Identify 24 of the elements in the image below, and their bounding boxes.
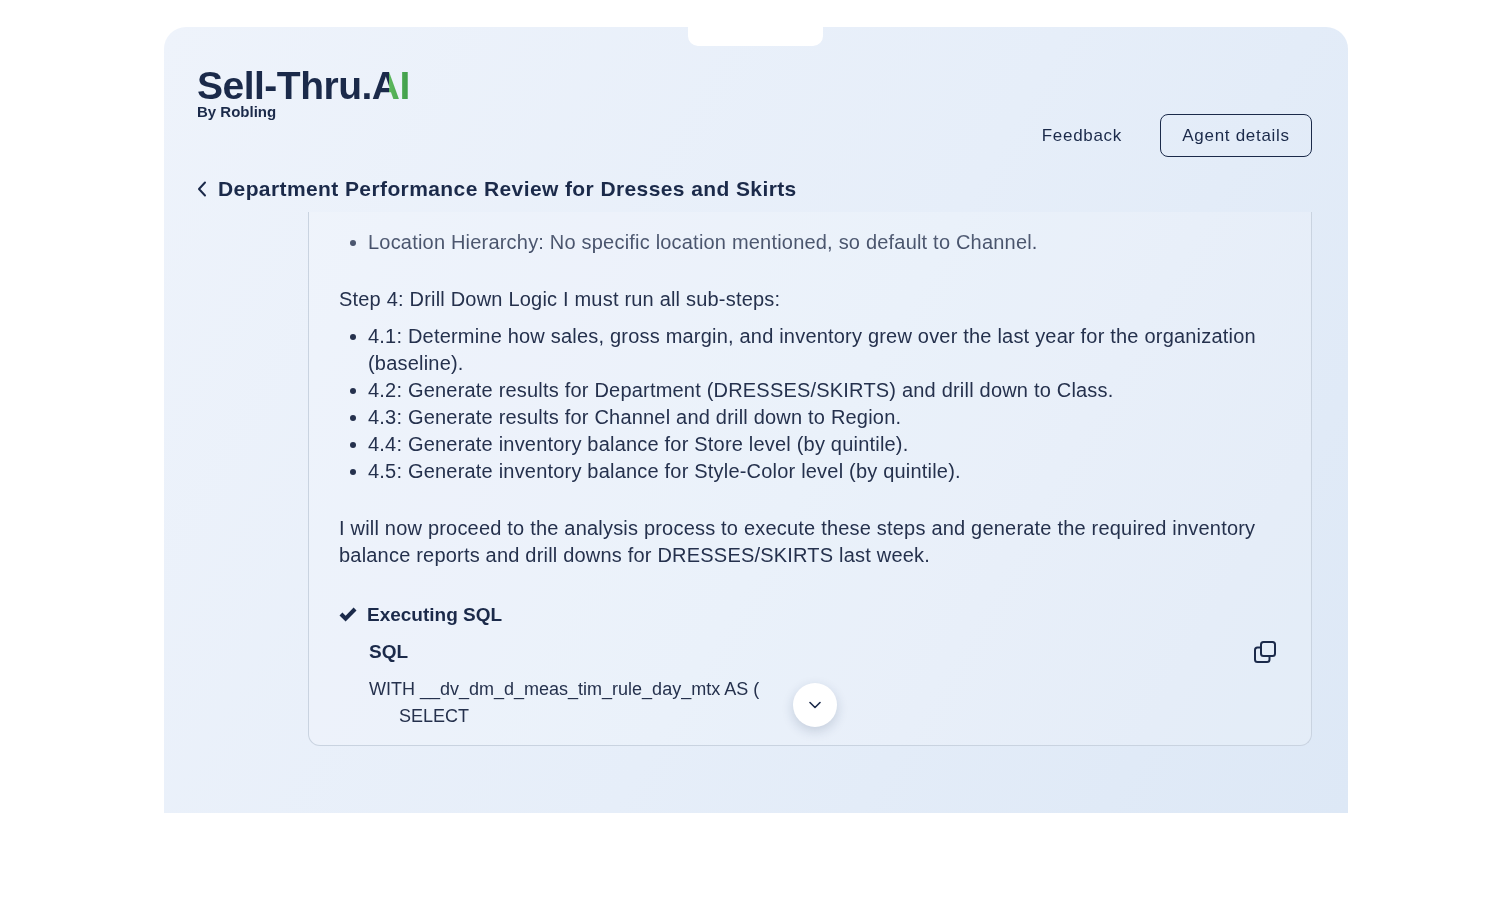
- bullet-icon: [350, 388, 356, 394]
- feedback-link[interactable]: Feedback: [1027, 114, 1136, 157]
- chevron-down-icon: [809, 701, 821, 709]
- list-item-text: Location Hierarchy: No specific location mentioned, so default to Channel.: [368, 230, 1038, 255]
- list-item-text: 4.4: Generate inventory balance for Store level (by quintile).: [368, 432, 909, 457]
- bullet-icon: [350, 334, 356, 340]
- agent-details-button[interactable]: Agent details: [1160, 114, 1312, 157]
- step-label: Executing SQL: [367, 603, 503, 627]
- copy-icon[interactable]: [1253, 640, 1277, 664]
- list-item-text: 4.1: Determine how sales, gross margin, and inventory grew over the last year for the organization (baseline).: [368, 324, 1257, 376]
- code-title: SQL: [369, 640, 409, 664]
- message-paragraph: Step 4: Drill Down Logic I must run all sub-steps:: [339, 287, 782, 312]
- list-item-text: 4.3: Generate results for Channel and drill down to Region.: [368, 405, 902, 430]
- list-item-text: 4.5: Generate inventory balance for Style-Color level (by quintile).: [368, 459, 961, 484]
- message-paragraph: I will now proceed to the analysis process to execute these steps and generate the required inventory balance reports and drill downs for DRESSES/SKIRTS last week.: [339, 516, 1257, 568]
- bullet-icon: [350, 442, 356, 448]
- sql-code: WITH __dv_dm_d_meas_tim_rule_day_mtx AS ( SELECT: [369, 678, 760, 728]
- logo-byline: By Robling: [197, 104, 277, 120]
- conversation-title: Department Performance Review for Dresses and Skirts: [218, 176, 797, 202]
- bullet-icon: [350, 415, 356, 421]
- bullet-icon: [350, 469, 356, 475]
- list-item-text: 4.2: Generate results for Department (DRESSES/SKIRTS) and drill down to Class.: [368, 378, 1114, 403]
- bullet-icon: [350, 240, 356, 246]
- back-chevron-icon[interactable]: [197, 181, 207, 197]
